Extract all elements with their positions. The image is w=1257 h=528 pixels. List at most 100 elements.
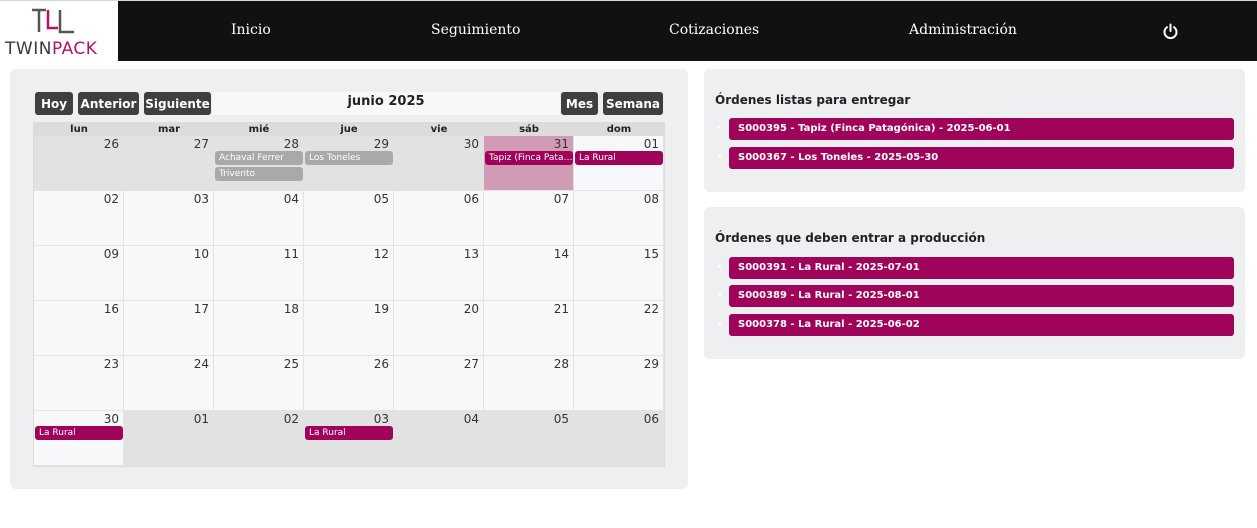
- nav-cotizaciones[interactable]: Cotizaciones: [669, 22, 759, 38]
- day-number: 30: [463, 137, 479, 151]
- top-navbar: TWINPACK Inicio Seguimiento Cotizaciones…: [0, 0, 1257, 62]
- day-number: 29: [643, 357, 659, 371]
- brand-logo[interactable]: TWINPACK: [0, 1, 118, 62]
- calendar-day-cell[interactable]: 21: [484, 301, 574, 356]
- day-number: 10: [193, 247, 209, 261]
- month-view-button[interactable]: Mes: [561, 92, 598, 115]
- list-bullet: [718, 265, 721, 268]
- day-number: 02: [283, 412, 299, 426]
- calendar-day-cell[interactable]: 04: [214, 191, 304, 246]
- day-number: 24: [193, 357, 209, 371]
- calendar-day-cell[interactable]: 22: [574, 301, 664, 356]
- day-number: 22: [643, 302, 659, 316]
- day-number: 11: [283, 247, 299, 261]
- day-number: 01: [193, 412, 209, 426]
- weekday-header: mié: [214, 123, 304, 136]
- calendar-day-cell[interactable]: 26: [304, 356, 394, 411]
- calendar-day-cell[interactable]: 29: [574, 356, 664, 411]
- day-number: 04: [283, 192, 299, 206]
- calendar-event[interactable]: Achaval Ferrer: [215, 151, 303, 165]
- day-number: 09: [103, 247, 119, 261]
- production-orders-title: Órdenes que deben entrar a producción: [715, 231, 986, 245]
- calendar-day-cell[interactable]: 18: [214, 301, 304, 356]
- calendar-day-cell[interactable]: 13: [394, 246, 484, 301]
- calendar-day-cell[interactable]: 27: [394, 356, 484, 411]
- calendar-day-cell[interactable]: 16: [34, 301, 124, 356]
- nav-inicio[interactable]: Inicio: [231, 22, 271, 38]
- calendar-event[interactable]: Trivento: [215, 167, 303, 181]
- calendar-event[interactable]: La Rural: [575, 151, 663, 165]
- brand-text-a: TWIN: [5, 39, 52, 59]
- calendar-grid: lun mar mié jue vie sáb dom 26 27 28 29 30 31 01 02 03 0…: [33, 122, 665, 467]
- day-number: 05: [373, 192, 389, 206]
- calendar-event[interactable]: La Rural: [305, 426, 393, 440]
- calendar-day-cell[interactable]: 25: [214, 356, 304, 411]
- calendar-day-cell[interactable]: 07: [484, 191, 574, 246]
- week-view-button[interactable]: Semana: [603, 92, 663, 115]
- day-number: 06: [463, 192, 479, 206]
- day-number: 26: [103, 137, 119, 151]
- calendar-day-cell[interactable]: 05: [484, 411, 574, 466]
- calendar-day-cell[interactable]: 20: [394, 301, 484, 356]
- weekday-header: lun: [34, 123, 124, 136]
- calendar-day-cell[interactable]: 04: [394, 411, 484, 466]
- day-number: 08: [643, 192, 659, 206]
- calendar-day-cell[interactable]: 23: [34, 356, 124, 411]
- calendar-day-cell[interactable]: 19: [304, 301, 394, 356]
- calendar-day-cell[interactable]: 28: [484, 356, 574, 411]
- day-number: 03: [373, 412, 389, 426]
- weekday-header: vie: [394, 123, 484, 136]
- calendar-day-cell[interactable]: 30: [394, 136, 484, 191]
- weekday-header: sáb: [484, 123, 574, 136]
- list-bullet: [718, 126, 721, 129]
- brand-wordmark: TWINPACK: [5, 39, 97, 59]
- next-button[interactable]: Siguiente: [144, 92, 211, 115]
- calendar-day-cell[interactable]: 05: [304, 191, 394, 246]
- today-button[interactable]: Hoy: [35, 92, 73, 115]
- day-number: 01: [643, 137, 659, 151]
- calendar-event[interactable]: Los Toneles: [305, 151, 393, 165]
- day-number: 31: [553, 137, 569, 151]
- nav-seguimiento[interactable]: Seguimiento: [431, 22, 520, 38]
- calendar-day-cell[interactable]: 17: [124, 301, 214, 356]
- calendar-day-cell[interactable]: 02: [34, 191, 124, 246]
- day-number: 12: [373, 247, 389, 261]
- day-number: 13: [463, 247, 479, 261]
- calendar-title: junio 2025: [347, 94, 425, 109]
- calendar-day-cell[interactable]: 03: [124, 191, 214, 246]
- list-bullet: [718, 322, 721, 325]
- production-orders-panel: Órdenes que deben entrar a producción S0…: [704, 207, 1245, 359]
- day-number: 21: [553, 302, 569, 316]
- production-order-item[interactable]: S000391 - La Rural - 2025-07-01: [729, 257, 1234, 279]
- calendar-day-cell[interactable]: 09: [34, 246, 124, 301]
- calendar-day-cell[interactable]: 26: [34, 136, 124, 191]
- calendar-day-cell[interactable]: 11: [214, 246, 304, 301]
- calendar-event[interactable]: Tapiz (Finca Patagónica): [485, 151, 573, 165]
- day-number: 19: [373, 302, 389, 316]
- prev-button[interactable]: Anterior: [78, 92, 139, 115]
- day-number: 20: [463, 302, 479, 316]
- day-number: 15: [643, 247, 659, 261]
- ready-order-item[interactable]: S000367 - Los Toneles - 2025-05-30: [729, 147, 1234, 169]
- calendar-day-cell[interactable]: 01: [124, 411, 214, 466]
- calendar-day-cell[interactable]: 10: [124, 246, 214, 301]
- nav-administracion[interactable]: Administración: [909, 22, 1017, 38]
- brand-text-b: PACK: [51, 39, 98, 59]
- calendar-day-cell[interactable]: 27: [124, 136, 214, 191]
- day-number: 04: [463, 412, 479, 426]
- power-icon[interactable]: [1162, 23, 1179, 40]
- day-number: 26: [373, 357, 389, 371]
- calendar-day-cell[interactable]: 12: [304, 246, 394, 301]
- weekday-header: dom: [574, 123, 664, 136]
- calendar-day-cell[interactable]: 15: [574, 246, 664, 301]
- production-order-item[interactable]: S000389 - La Rural - 2025-08-01: [729, 285, 1234, 307]
- calendar-event[interactable]: La Rural: [35, 426, 123, 440]
- calendar-day-cell[interactable]: 06: [394, 191, 484, 246]
- production-order-item[interactable]: S000378 - La Rural - 2025-06-02: [729, 314, 1234, 336]
- ready-order-item[interactable]: S000395 - Tapiz (Finca Patagónica) - 202…: [729, 118, 1234, 140]
- calendar-day-cell[interactable]: 08: [574, 191, 664, 246]
- calendar-day-cell[interactable]: 24: [124, 356, 214, 411]
- calendar-day-cell[interactable]: 06: [574, 411, 664, 466]
- calendar-day-cell[interactable]: 02: [214, 411, 304, 466]
- calendar-day-cell[interactable]: 14: [484, 246, 574, 301]
